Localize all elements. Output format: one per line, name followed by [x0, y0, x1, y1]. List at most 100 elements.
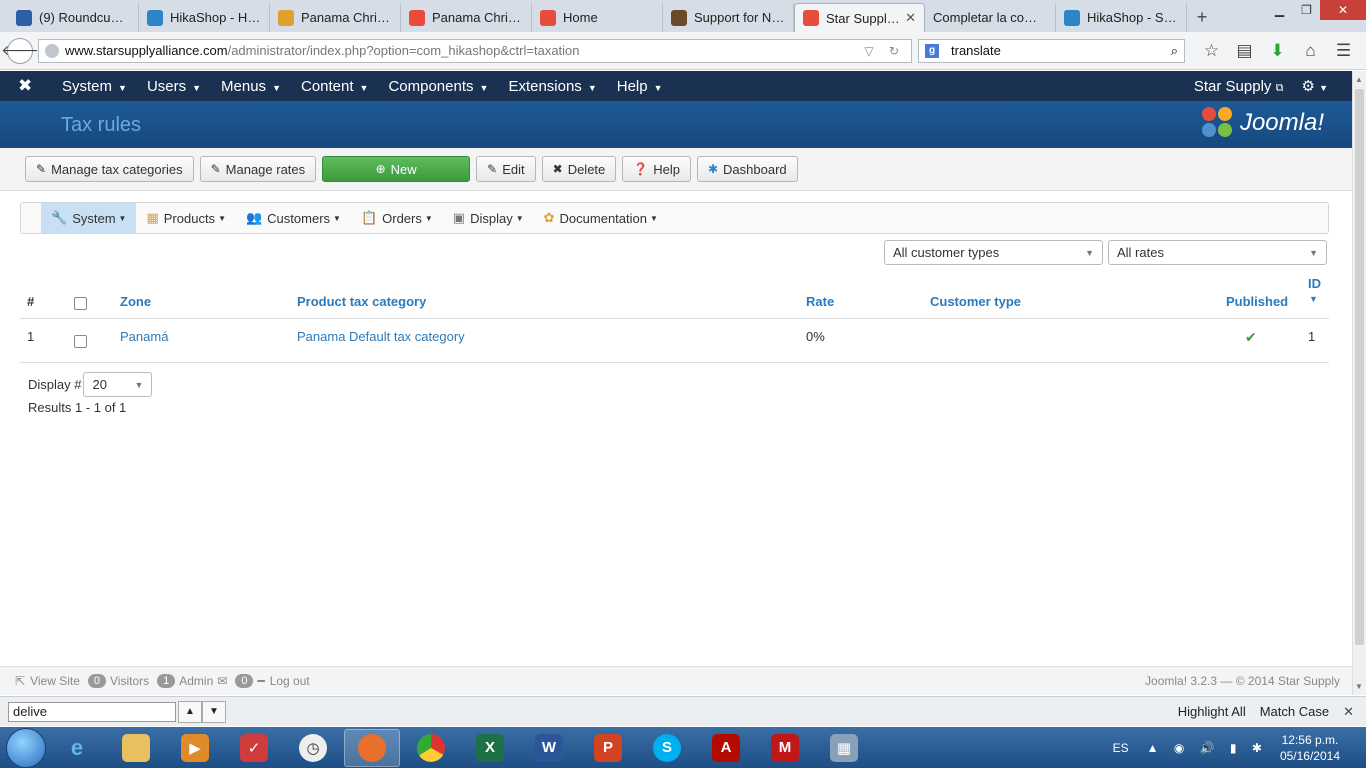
col-customer-type[interactable]: Customer type — [930, 294, 1021, 309]
edit-button[interactable]: ✎ Edit — [476, 156, 536, 182]
sort-desc-icon[interactable]: ▼ — [1309, 294, 1318, 304]
close-tab-icon[interactable]: ✕ — [905, 10, 916, 26]
start-button[interactable] — [6, 727, 46, 768]
col-zone[interactable]: Zone — [120, 294, 151, 309]
media-player-icon[interactable]: ▶ — [167, 729, 223, 767]
clock[interactable]: 12:56 p.m. 05/16/2014 — [1280, 732, 1340, 764]
submenu-system[interactable]: 🔧 System ▼ — [41, 203, 137, 233]
row-checkbox[interactable] — [74, 335, 87, 348]
browser-tab[interactable]: Support for Ne... — [663, 3, 794, 32]
col-rate[interactable]: Rate — [806, 294, 834, 309]
manage-rates-button[interactable]: ✎ Manage rates — [199, 156, 317, 182]
back-button[interactable]: 🡐 — [1, 37, 39, 64]
file-explorer-icon[interactable] — [108, 729, 164, 767]
manage-tax-categories-button[interactable]: ✎ Manage tax categories — [25, 156, 194, 182]
zone-link[interactable]: Panamá — [120, 329, 168, 344]
home-icon[interactable]: ⌂ — [1294, 41, 1327, 61]
language-indicator[interactable]: ES — [1113, 741, 1129, 755]
menu-components[interactable]: Components ▼ — [378, 78, 498, 95]
browser-tab[interactable]: Panama Christi... — [270, 3, 401, 32]
rates-filter[interactable]: All rates ▼ — [1108, 240, 1327, 265]
col-id[interactable]: ID — [1308, 276, 1321, 291]
highlight-all-button[interactable]: Highlight All — [1178, 704, 1246, 719]
display-limit-select[interactable]: 20 ▼ — [83, 372, 153, 397]
scroll-down-icon[interactable]: ▼ — [1355, 682, 1363, 691]
new-tab-button[interactable]: + — [1187, 3, 1217, 32]
reload-icon[interactable]: ▽ ↻ — [864, 44, 905, 58]
find-next-button[interactable]: ▼ — [202, 700, 226, 723]
scrollbar-thumb[interactable] — [1355, 89, 1364, 645]
find-input[interactable]: delive — [8, 701, 176, 722]
site-link[interactable]: Star Supply ⧉ — [1194, 78, 1284, 95]
browser-tab[interactable]: Panama Christi... — [401, 3, 532, 32]
calculator-icon[interactable]: ▦ — [816, 729, 872, 767]
joomla-logo-icon[interactable]: ✖ — [18, 76, 52, 96]
menu-menus[interactable]: Menus ▼ — [211, 78, 291, 95]
browser-tab[interactable]: (9) Roundcube ... — [8, 3, 139, 32]
caret-down-icon: ▼ — [192, 82, 202, 93]
browser-tab[interactable]: Home — [532, 3, 663, 32]
maximize-button[interactable]: ❐ — [1293, 0, 1320, 20]
delete-button[interactable]: ✖ Delete — [541, 156, 617, 182]
menu-users[interactable]: Users ▼ — [137, 78, 211, 95]
tray-icons[interactable]: ▲ ◉ 🔊 ▮ ✱ — [1147, 741, 1268, 755]
menu-extensions[interactable]: Extensions ▼ — [498, 78, 606, 95]
documentation-icon: ✿ — [543, 210, 555, 225]
menu-help[interactable]: Help ▼ — [607, 78, 673, 95]
submenu-customers[interactable]: 👥 Customers ▼ — [236, 203, 351, 233]
submenu-display[interactable]: ▣ Display ▼ — [443, 203, 534, 233]
chrome-icon[interactable] — [403, 729, 459, 767]
menu-icon[interactable]: ☰ — [1327, 41, 1360, 61]
customer-type-filter[interactable]: All customer types ▼ — [884, 240, 1103, 265]
mcafee-icon[interactable]: M — [757, 729, 813, 767]
download-icon[interactable]: ⬇ — [1261, 41, 1294, 61]
search-input[interactable]: translate — [951, 43, 1171, 58]
acrobat-icon[interactable]: A — [698, 729, 754, 767]
bookmarks-list-icon[interactable]: ▤ — [1228, 41, 1261, 61]
browser-tab[interactable]: HikaShop - Shi... — [1056, 3, 1187, 32]
submenu-orders[interactable]: 📋 Orders ▼ — [351, 203, 443, 233]
select-all-checkbox[interactable] — [74, 297, 87, 310]
find-previous-button[interactable]: ▲ — [178, 700, 202, 723]
search-bar[interactable]: g translate ⌕ — [918, 38, 1185, 63]
submenu-documentation[interactable]: ✿ Documentation ▼ — [534, 203, 668, 233]
category-link[interactable]: Panama Default tax category — [297, 329, 465, 344]
envelope-icon[interactable]: ✉ — [217, 674, 227, 688]
rate-value: 0% — [806, 329, 825, 344]
url-bar[interactable]: www.starsupplyalliance.com /administrato… — [38, 38, 912, 63]
browser-tab[interactable]: HikaShop - Hik... — [139, 3, 270, 32]
bookmark-star-icon[interactable]: ☆ — [1195, 41, 1228, 61]
browser-tab[interactable]: Completar la compra — [925, 3, 1056, 32]
url-path: /administrator/index.php?option=com_hika… — [227, 43, 580, 58]
scroll-up-icon[interactable]: ▲ — [1355, 75, 1363, 84]
menu-system[interactable]: System ▼ — [52, 78, 137, 95]
match-case-button[interactable]: Match Case — [1260, 704, 1329, 719]
excel-icon[interactable]: X — [462, 729, 518, 767]
powerpoint-icon[interactable]: P — [580, 729, 636, 767]
dashboard-button[interactable]: ✱ Dashboard — [696, 156, 798, 182]
submenu-products[interactable]: ▦ Products ▼ — [136, 203, 236, 233]
admin-badge: 1 — [157, 674, 176, 688]
help-button[interactable]: ❓ Help — [622, 156, 691, 182]
published-check-icon[interactable]: ✔ — [1245, 329, 1257, 346]
clock-app-icon[interactable]: ◷ — [285, 729, 341, 767]
magnifier-icon[interactable]: ⌕ — [1171, 43, 1178, 59]
col-product-tax-category[interactable]: Product tax category — [297, 294, 426, 309]
col-published[interactable]: Published — [1226, 294, 1288, 309]
new-button[interactable]: ⊕ New — [322, 156, 471, 182]
browser-tab[interactable]: Star Supply ... ✕ — [794, 3, 925, 32]
internet-explorer-icon[interactable]: e — [49, 729, 105, 767]
word-icon[interactable]: W — [521, 729, 577, 767]
todo-app-icon[interactable]: ✓ — [226, 729, 282, 767]
menu-content[interactable]: Content ▼ — [291, 78, 378, 95]
logout-link[interactable]: ━ Log out — [257, 674, 309, 688]
close-icon[interactable]: ✕ — [1343, 704, 1354, 720]
page-scrollbar[interactable]: ▲ ▼ — [1352, 71, 1366, 695]
firefox-icon[interactable] — [344, 728, 400, 767]
skype-icon[interactable]: S — [639, 729, 695, 767]
gear-icon[interactable]: ⚙ ▼ — [1301, 77, 1328, 95]
view-site-link[interactable]: ⇱ View Site — [15, 674, 80, 688]
close-window-button[interactable]: ✕ — [1320, 0, 1366, 20]
minimize-button[interactable]: ▁ — [1266, 0, 1293, 20]
search-engine-icon[interactable]: g — [925, 43, 939, 58]
